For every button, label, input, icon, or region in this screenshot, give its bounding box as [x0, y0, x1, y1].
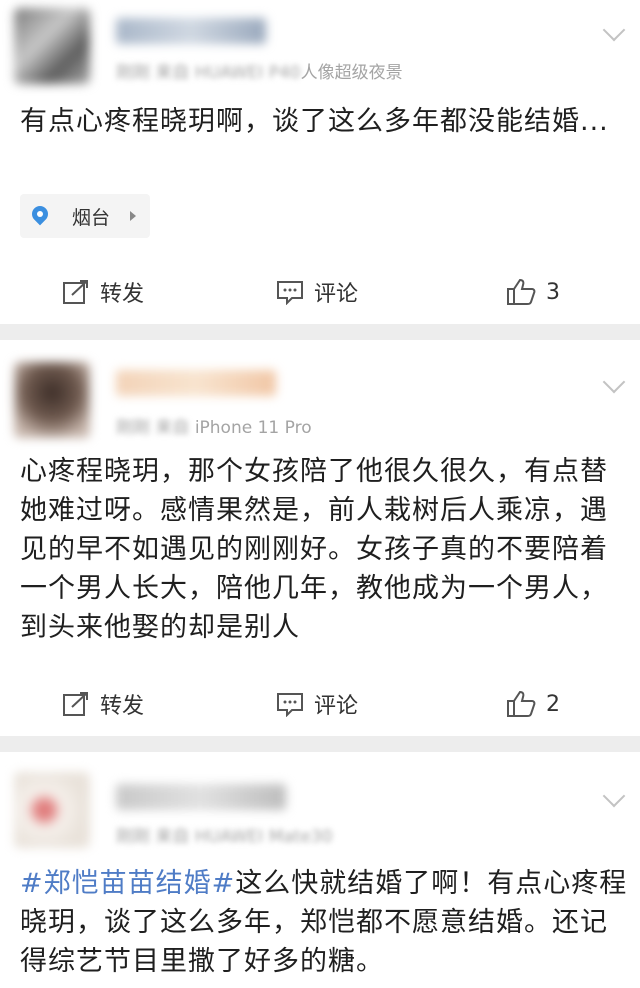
- post-1: 刚刚 来自 HUAWEI P40人像超级夜景 有点心疼程晓玥啊，谈了这么多年都没…: [0, 0, 640, 324]
- post-actions: 转发 评论 3: [0, 270, 640, 314]
- like-count: 2: [546, 691, 560, 717]
- post-text: 有点心疼程晓玥啊，谈了这么多年都没能结婚...: [20, 106, 609, 137]
- post-3: 刚刚 来自 HUAWEI Mate30 #郑恺苗苗结婚#这么快就结婚了啊！有点心…: [0, 752, 640, 988]
- username-blurred[interactable]: [116, 784, 286, 810]
- chevron-down-icon[interactable]: [602, 370, 626, 394]
- repost-button[interactable]: 转发: [62, 270, 144, 314]
- like-count: 3: [546, 279, 560, 305]
- location-tag[interactable]: 烟台: [20, 194, 150, 238]
- comment-icon: [277, 281, 303, 305]
- comment-label: 评论: [314, 694, 359, 719]
- thumbs-up-icon: [507, 690, 536, 717]
- repost-label: 转发: [100, 282, 145, 307]
- chevron-down-icon[interactable]: [602, 18, 626, 42]
- post-actions: 转发 评论 2: [0, 682, 640, 726]
- like-button[interactable]: 2: [506, 682, 560, 726]
- repost-button[interactable]: 转发: [62, 682, 144, 726]
- avatar[interactable]: [14, 362, 90, 438]
- avatar[interactable]: [14, 772, 90, 848]
- username-blurred[interactable]: [116, 18, 266, 44]
- post-2: 刚刚 来自 iPhone 11 Pro 心疼程晓玥，那个女孩陪了他很久很久，有点…: [0, 340, 640, 736]
- hashtag-link[interactable]: #郑恺苗苗结婚#: [20, 868, 235, 899]
- post-text: 心疼程晓玥，那个女孩陪了他很久很久，有点替她难过呀。感情果然是，前人栽树后人乘凉…: [20, 456, 608, 643]
- arrow-right-icon: [130, 211, 136, 221]
- repost-icon: [63, 280, 88, 304]
- location-pin-icon: [28, 202, 52, 226]
- repost-label: 转发: [100, 694, 145, 719]
- thumbs-up-icon: [507, 278, 536, 305]
- avatar[interactable]: [14, 8, 90, 84]
- repost-icon: [63, 692, 88, 716]
- username-blurred[interactable]: [116, 370, 276, 396]
- comment-button[interactable]: 评论: [276, 270, 358, 314]
- chevron-down-icon[interactable]: [602, 784, 626, 808]
- like-button[interactable]: 3: [506, 270, 560, 314]
- post-text: #郑恺苗苗结婚#这么快就结婚了啊！有点心疼程晓玥，谈了这么多年，郑恺都不愿意结婚…: [20, 864, 630, 981]
- post-source: 刚刚 来自 HUAWEI Mate30: [116, 827, 333, 847]
- comment-button[interactable]: 评论: [276, 682, 358, 726]
- location-label: 烟台: [72, 207, 111, 229]
- post-source: 刚刚 来自 HUAWEI P40人像超级夜景: [116, 63, 403, 83]
- comment-label: 评论: [314, 282, 359, 307]
- comment-icon: [277, 693, 303, 717]
- post-source: 刚刚 来自 iPhone 11 Pro: [116, 418, 312, 438]
